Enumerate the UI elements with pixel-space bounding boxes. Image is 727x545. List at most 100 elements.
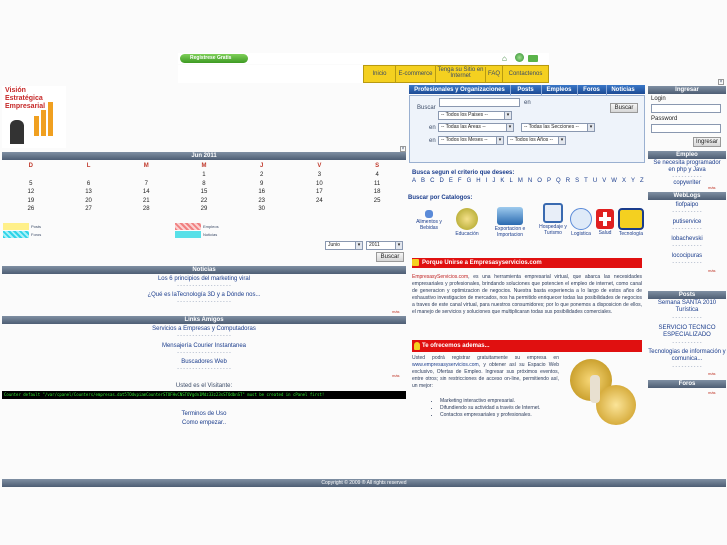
day-cell[interactable] xyxy=(348,205,406,214)
letter-link[interactable]: V xyxy=(602,178,606,186)
day-cell[interactable]: 30 xyxy=(233,205,291,214)
letter-link[interactable]: T xyxy=(584,178,588,186)
day-cell[interactable]: 17 xyxy=(291,188,349,197)
day-cell[interactable]: 8 xyxy=(175,180,233,189)
day-cell[interactable]: 20 xyxy=(60,197,118,206)
ingresar-button[interactable]: Ingresar xyxy=(693,137,721,147)
weblog-link[interactable]: lococipuras xyxy=(648,253,726,259)
calendar-search-button[interactable]: Buscar xyxy=(376,252,404,262)
day-cell[interactable]: 27 xyxy=(60,205,118,214)
how-start-link[interactable]: Como empezar.. xyxy=(2,420,406,426)
posts-more-link[interactable]: más xyxy=(708,371,716,376)
letter-link[interactable]: C xyxy=(430,178,434,186)
register-button[interactable]: Registrese Gratis xyxy=(180,54,248,63)
day-cell[interactable]: 7 xyxy=(117,180,175,189)
letter-link[interactable]: L xyxy=(509,178,512,186)
globe-icon[interactable] xyxy=(515,53,524,62)
noticia-link[interactable]: ¿Qué es laTecnología 3D y a Dónde nos... xyxy=(2,292,406,298)
year-select[interactable]: 2011 ▾ xyxy=(366,241,403,250)
letter-link[interactable]: E xyxy=(449,178,453,186)
search-button[interactable]: Buscar xyxy=(610,103,638,113)
post-link[interactable]: Semana SANTA 2010 Turística xyxy=(650,300,724,314)
search-input[interactable] xyxy=(439,98,520,107)
letter-link[interactable]: K xyxy=(500,178,504,186)
weblog-link[interactable]: lobachevski xyxy=(648,236,726,242)
day-cell[interactable]: 28 xyxy=(117,205,175,214)
mail-icon[interactable] xyxy=(528,55,538,62)
letter-link[interactable]: D xyxy=(439,178,443,186)
friend-link[interactable]: Buscadores Web xyxy=(2,359,406,365)
day-cell[interactable]: 3 xyxy=(291,171,349,180)
country-select[interactable]: -- Todos los Paises -- ▾ xyxy=(438,111,512,120)
catalog-logistica[interactable]: Logistica xyxy=(568,208,594,237)
post-link[interactable]: SERVICIO TECNICO ESPECIALIZADO xyxy=(650,325,724,339)
day-cell[interactable]: 9 xyxy=(233,180,291,189)
home-icon[interactable]: ⌂ xyxy=(502,54,511,63)
tab-posts[interactable]: Posts xyxy=(510,85,540,95)
post-link[interactable]: Tecnologias de información y comunica... xyxy=(648,349,726,363)
day-cell[interactable]: 16 xyxy=(233,188,291,197)
day-cell[interactable]: 15 xyxy=(175,188,233,197)
day-cell[interactable]: 22 xyxy=(175,197,233,206)
letter-link[interactable]: Q xyxy=(556,178,561,186)
catalog-salud[interactable]: Salud xyxy=(595,209,615,236)
friend-link[interactable]: Servicios a Empresas y Computadoras xyxy=(2,326,406,332)
noticia-link[interactable]: Los 6 principios del marketing viral xyxy=(2,276,406,282)
nav-contactenos[interactable]: Contactenos xyxy=(503,66,548,82)
noticias-more-link[interactable]: más xyxy=(392,309,400,314)
day-cell[interactable]: 13 xyxy=(60,188,118,197)
ofrecemos-link[interactable]: www.empresasyservicios.com xyxy=(412,362,479,368)
weblog-link[interactable]: fiofpaipo xyxy=(648,202,726,208)
day-cell[interactable] xyxy=(117,171,175,180)
year-filter-select[interactable]: -- Todos los Años -- ▾ xyxy=(507,136,566,145)
day-cell[interactable] xyxy=(291,205,349,214)
day-cell[interactable]: 4 xyxy=(348,171,406,180)
weblogs-more-link[interactable]: más xyxy=(708,268,716,273)
empleo-link[interactable]: Se necesita programador en php y Java xyxy=(650,160,724,174)
nav-faq[interactable]: FAQ xyxy=(486,66,503,82)
month-filter-select[interactable]: -- Todos los Meses -- ▾ xyxy=(438,136,504,145)
letter-link[interactable]: R xyxy=(566,178,570,186)
day-cell[interactable]: 18 xyxy=(348,188,406,197)
catalog-alimentos[interactable]: Alimentos y Bebidas xyxy=(412,210,446,231)
day-cell[interactable]: 29 xyxy=(175,205,233,214)
day-cell[interactable]: 2 xyxy=(233,171,291,180)
day-cell[interactable]: 1 xyxy=(175,171,233,180)
day-cell[interactable]: 23 xyxy=(233,197,291,206)
links-more-link[interactable]: más xyxy=(392,373,400,378)
catalog-hospedaje[interactable]: Hospedaje y Turismo xyxy=(536,203,570,236)
weblog-link[interactable]: putiservice xyxy=(648,219,726,225)
login-field[interactable] xyxy=(651,104,721,113)
friend-link[interactable]: Mensajería Courier Instantanea xyxy=(2,343,406,349)
empleo-more-link[interactable]: más xyxy=(708,185,716,190)
letter-link[interactable]: O xyxy=(537,178,542,186)
tab-foros[interactable]: Foros xyxy=(577,85,605,95)
letter-link[interactable]: S xyxy=(575,178,579,186)
nav-sitio[interactable]: Tenga su Sitio en Internet xyxy=(436,67,486,82)
catalog-tecnologia[interactable]: Tecnología xyxy=(616,208,646,237)
area-select[interactable]: -- Todas las Areas -- ▾ xyxy=(438,123,514,132)
terms-link[interactable]: Terminos de Uso xyxy=(2,411,406,417)
letter-link[interactable]: A xyxy=(412,178,416,186)
letter-link[interactable]: I xyxy=(486,178,488,186)
nav-ecommerce[interactable]: E-commerce xyxy=(396,66,436,82)
day-cell[interactable] xyxy=(60,171,118,180)
letter-link[interactable]: N xyxy=(528,178,532,186)
letter-link[interactable]: Z xyxy=(640,178,644,186)
day-cell[interactable]: 14 xyxy=(117,188,175,197)
month-select[interactable]: Junio ▾ xyxy=(325,241,363,250)
letter-link[interactable]: H xyxy=(476,178,480,186)
catalog-educacion[interactable]: Educación xyxy=(450,208,484,237)
letter-link[interactable]: G xyxy=(467,178,472,186)
day-cell[interactable]: 21 xyxy=(117,197,175,206)
day-cell[interactable]: 24 xyxy=(291,197,349,206)
day-cell[interactable]: 25 xyxy=(348,197,406,206)
letter-link[interactable]: W xyxy=(611,178,617,186)
day-cell[interactable]: 26 xyxy=(2,205,60,214)
foros-more-link[interactable]: más xyxy=(708,390,716,395)
day-cell[interactable] xyxy=(2,171,60,180)
tab-noticias[interactable]: Noticias xyxy=(606,85,639,95)
letter-link[interactable]: F xyxy=(458,178,462,186)
letter-link[interactable]: X xyxy=(622,178,626,186)
porque-link[interactable]: EmpresasyServicios.com xyxy=(412,274,468,280)
